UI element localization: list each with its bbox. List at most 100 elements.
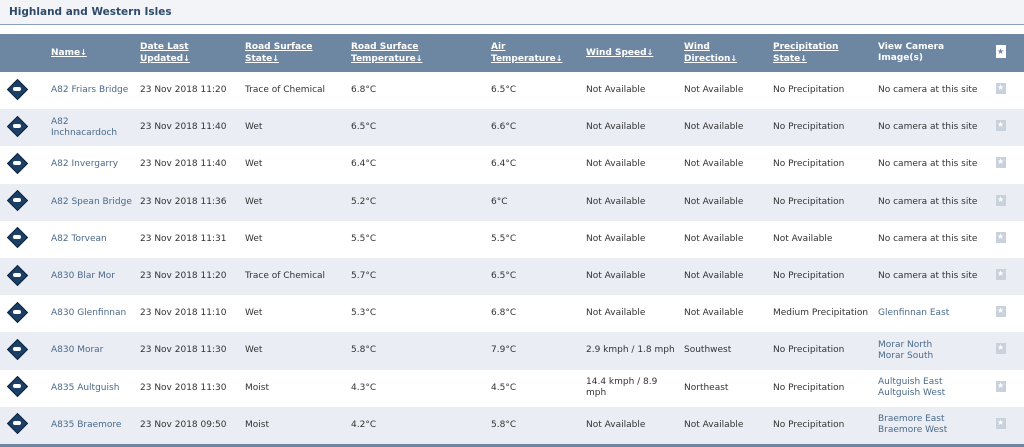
cell-favourite[interactable] [996, 332, 1024, 369]
camera-link[interactable]: Glenfinnan East [878, 308, 992, 319]
cell-camera: No camera at this site [878, 72, 996, 109]
site-icon-cell[interactable] [0, 332, 51, 369]
cell-name[interactable]: A82 Torvean [51, 221, 140, 258]
cell-air-temp: 6°C [491, 196, 508, 207]
cell-air-temp: 4.5°C [491, 382, 517, 393]
cell-favourite[interactable] [996, 295, 1024, 332]
cell-name[interactable]: A830 Glenfinnan [51, 295, 140, 332]
cell-name[interactable]: A82 Inchnacardoch [51, 109, 140, 146]
cell-wind-dir: Not Available [684, 271, 744, 282]
cell-wind-speed: Not Available [586, 271, 646, 282]
star-bookmark-icon[interactable] [996, 156, 1006, 169]
site-icon-cell[interactable] [0, 184, 51, 221]
star-bookmark-icon[interactable] [996, 268, 1006, 281]
star-bookmark-icon[interactable] [996, 380, 1006, 392]
cell-name[interactable]: A835 Aultguish [51, 370, 140, 407]
cell-favourite[interactable] [996, 146, 1024, 183]
star-bookmark-icon[interactable] [996, 417, 1006, 429]
cell-favourite[interactable] [996, 221, 1024, 258]
header-wind-direction[interactable]: Wind Direction↓ [684, 34, 773, 72]
cell-favourite[interactable] [996, 407, 1024, 444]
star-bookmark-icon[interactable] [996, 342, 1006, 355]
site-icon-cell[interactable] [0, 407, 51, 444]
cell-surface-state: Moist [245, 419, 269, 430]
star-bookmark-icon[interactable] [996, 44, 1006, 58]
table-row: A830 Glenfinnan 23 Nov 2018 11:10 Wet 5.3°C… [0, 295, 1024, 333]
cell-name[interactable]: A82 Spean Bridge [51, 184, 140, 221]
cell-date: 23 Nov 2018 11:20 [140, 85, 227, 96]
cell-date: 23 Nov 2018 11:30 [140, 382, 227, 393]
camera-status: No camera at this site [878, 85, 978, 96]
cell-precip: No Precipitation [773, 159, 845, 170]
sort-arrow-icon: ↓ [80, 48, 87, 57]
road-sensor-diamond-icon[interactable] [6, 190, 29, 212]
cell-name[interactable]: A835 Braemore [51, 407, 140, 444]
cell-wind-speed: Not Available [586, 122, 646, 133]
camera-link[interactable]: Braemore West [878, 425, 992, 436]
site-icon-cell[interactable] [0, 72, 51, 109]
cell-date: 23 Nov 2018 11:20 [140, 271, 227, 282]
cell-name[interactable]: A82 Friars Bridge [51, 72, 140, 109]
road-sensor-diamond-icon[interactable] [6, 78, 29, 100]
cell-favourite[interactable] [996, 258, 1024, 295]
cell-camera: Morar North Morar South [878, 332, 996, 369]
cell-favourite[interactable] [996, 72, 1024, 109]
cell-surface-state: Wet [245, 308, 263, 319]
header-air-temperature[interactable]: Air Temperature↓ [491, 34, 586, 72]
cell-camera: No camera at this site [878, 109, 996, 146]
star-bookmark-icon[interactable] [996, 305, 1006, 318]
cell-air-temp: 7.9°C [491, 345, 517, 356]
site-icon-cell[interactable] [0, 221, 51, 258]
camera-link[interactable]: Aultguish East [878, 377, 992, 388]
star-bookmark-icon[interactable] [996, 231, 1006, 243]
cell-favourite[interactable] [996, 109, 1024, 146]
road-sensor-diamond-icon[interactable] [6, 375, 29, 398]
road-sensor-diamond-icon[interactable] [6, 227, 29, 249]
road-sensor-diamond-icon[interactable] [6, 338, 29, 361]
camera-link[interactable]: Morar South [878, 351, 992, 362]
road-sensor-diamond-icon[interactable] [6, 152, 29, 175]
star-bookmark-icon[interactable] [996, 82, 1006, 95]
header-text-line: State [773, 53, 801, 64]
header-wind-speed[interactable]: Wind Speed↓ [586, 34, 684, 72]
camera-status: No camera at this site [878, 122, 978, 133]
header-name[interactable]: Name↓ [51, 34, 140, 72]
road-sensor-diamond-icon[interactable] [6, 264, 29, 286]
header-date-last-updated[interactable]: Date Last Updated↓ [140, 34, 245, 72]
site-icon-cell[interactable] [0, 109, 51, 146]
cell-favourite[interactable] [996, 184, 1024, 221]
camera-link[interactable]: Braemore East [878, 414, 992, 425]
cell-precip: Medium Precipitation [773, 308, 869, 319]
cell-favourite[interactable] [996, 370, 1024, 407]
cell-air-temp: 6.5°C [491, 85, 517, 96]
sort-arrow-icon: ↓ [555, 53, 563, 63]
star-bookmark-icon[interactable] [996, 194, 1006, 206]
road-sensor-diamond-icon[interactable] [6, 413, 29, 435]
camera-status: No camera at this site [878, 233, 978, 244]
cell-name[interactable]: A830 Blar Mor [51, 258, 140, 295]
cell-wind-speed: Not Available [586, 196, 646, 207]
header-favourite[interactable] [996, 34, 1024, 72]
header-road-surface-state[interactable]: Road Surface State↓ [245, 34, 351, 72]
road-sensor-diamond-icon[interactable] [6, 115, 29, 137]
camera-link[interactable]: Aultguish West [878, 388, 992, 399]
header-road-surface-temperature[interactable]: Road Surface Temperature↓ [351, 34, 491, 72]
site-icon-cell[interactable] [0, 295, 51, 332]
table-row: A82 Torvean 23 Nov 2018 11:31 Wet 5.5°C 5.5°… [0, 220, 1024, 258]
site-icon-cell[interactable] [0, 370, 51, 407]
header-text-line: Air [491, 41, 506, 52]
table-row: A82 Friars Bridge 23 Nov 2018 11:20 Trace … [0, 72, 1024, 110]
site-icon-cell[interactable] [0, 146, 51, 183]
cell-name[interactable]: A82 Invergarry [51, 146, 140, 183]
camera-link[interactable]: Morar North [878, 340, 992, 351]
cell-air-temp: 5.8°C [491, 419, 517, 430]
header-precipitation-state[interactable]: Precipitation State↓ [773, 34, 878, 72]
cell-wind-speed: 14.4 kmph / 8.9 mph [586, 377, 658, 399]
site-icon-cell[interactable] [0, 258, 51, 295]
cell-precip: No Precipitation [773, 345, 845, 356]
cell-name[interactable]: A830 Morar [51, 332, 140, 369]
cell-air-temp: 5.5°C [491, 233, 517, 244]
star-bookmark-icon[interactable] [996, 119, 1006, 132]
cell-wind-speed: Not Available [586, 159, 646, 170]
road-sensor-diamond-icon[interactable] [6, 301, 29, 323]
